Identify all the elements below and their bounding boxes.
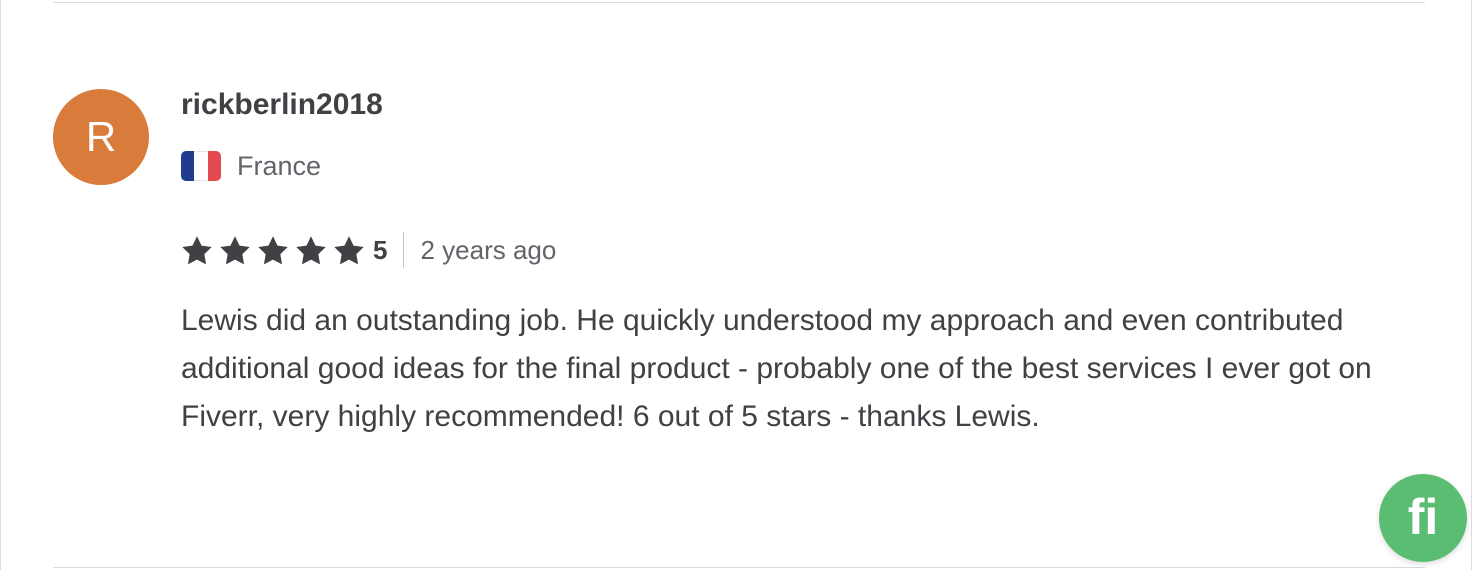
- avatar[interactable]: R: [53, 89, 149, 185]
- separator: [403, 232, 405, 268]
- country-name: France: [237, 150, 322, 181]
- reviewer-username[interactable]: rickberlin2018: [181, 88, 383, 122]
- star-icon: [295, 235, 327, 266]
- star-icon: [181, 235, 213, 266]
- star-icon: [257, 235, 289, 266]
- divider: [53, 2, 1425, 3]
- star-icon: [333, 235, 365, 266]
- review-text: Lewis did an outstanding job. He quickly…: [181, 304, 1372, 433]
- reviewer-country: France: [181, 150, 321, 182]
- divider: [53, 567, 1425, 568]
- review-time: 2 years ago: [420, 234, 557, 265]
- france-flag-icon: [181, 151, 221, 181]
- star-rating: [181, 235, 371, 266]
- rating-row: 5 2 years ago: [181, 232, 556, 268]
- rating-score: 5: [373, 234, 388, 265]
- star-icon: [219, 235, 251, 266]
- fiverr-logo-icon[interactable]: fi: [1379, 474, 1467, 562]
- review-card: R rickberlin2018 France 5 2 years ago Le…: [0, 0, 1472, 570]
